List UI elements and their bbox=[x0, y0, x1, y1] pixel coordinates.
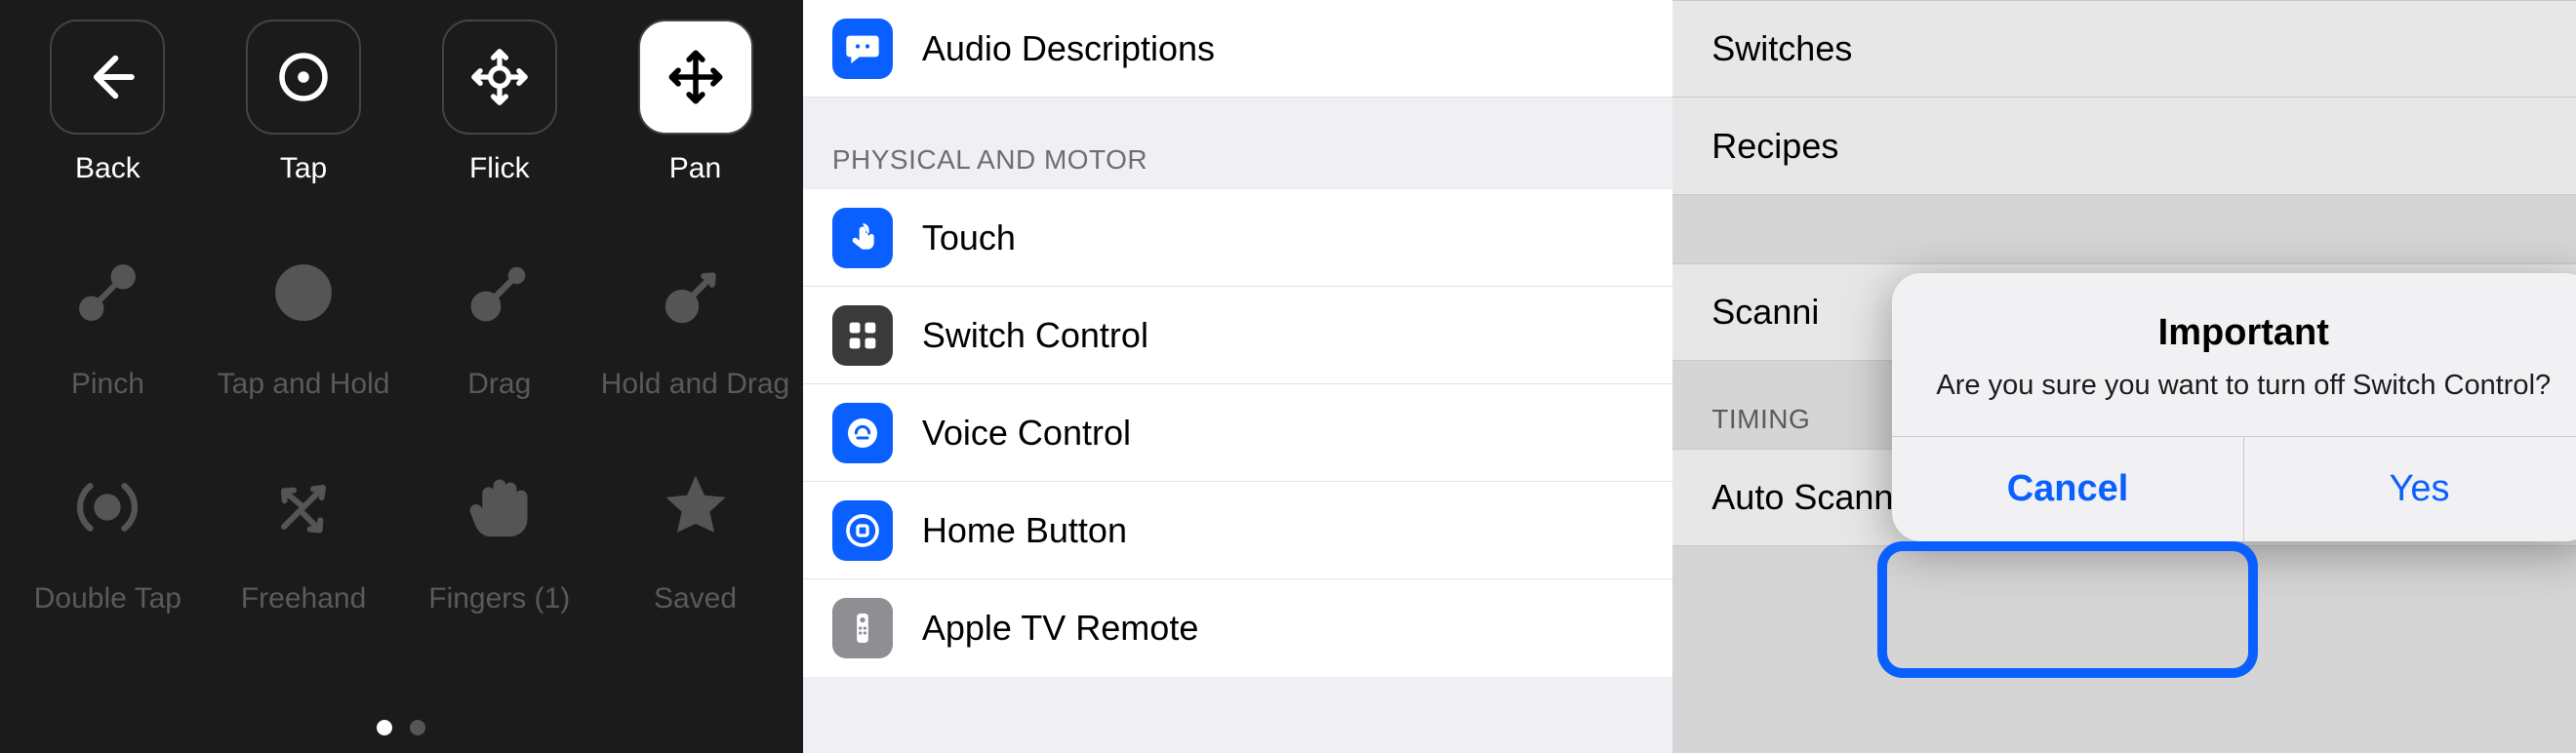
gesture-pan[interactable]: Pan bbox=[597, 20, 793, 186]
gesture-double-tap[interactable]: Double Tap bbox=[10, 450, 206, 616]
alert-confirm-button[interactable]: Yes bbox=[2243, 437, 2576, 541]
confirm-alert: Important Are you sure you want to turn … bbox=[1892, 273, 2576, 541]
row-label: Audio Descriptions bbox=[922, 28, 1215, 69]
circle-dot-icon bbox=[271, 45, 336, 109]
row-label: Scanni bbox=[1711, 292, 1819, 333]
hand-icon bbox=[463, 470, 537, 544]
row-audio-descriptions[interactable]: Audio Descriptions bbox=[803, 0, 1672, 98]
gesture-label: Fingers (1) bbox=[428, 582, 570, 616]
drag-icon bbox=[459, 252, 541, 334]
gesture-label: Pan bbox=[669, 152, 721, 186]
gesture-drag[interactable]: Drag bbox=[401, 235, 597, 402]
row-label: Switches bbox=[1711, 28, 1852, 69]
hold-drag-icon bbox=[655, 252, 737, 334]
gesture-label: Pinch bbox=[71, 368, 144, 402]
alert-cancel-button[interactable]: Cancel bbox=[1892, 437, 2243, 541]
arrow-left-icon bbox=[75, 45, 140, 109]
gesture-fingers[interactable]: Fingers (1) bbox=[401, 450, 597, 616]
switch-control-settings-with-alert: Switches Recipes Scanni TIMING Auto Scan… bbox=[1672, 0, 2576, 753]
flick-icon bbox=[465, 43, 534, 111]
double-tap-icon bbox=[66, 466, 148, 548]
row-switches[interactable]: Switches bbox=[1672, 0, 2576, 98]
gesture-label: Tap bbox=[280, 152, 327, 186]
target-icon bbox=[265, 255, 342, 331]
gesture-label: Back bbox=[75, 152, 141, 186]
freehand-icon bbox=[264, 468, 342, 546]
gesture-label: Double Tap bbox=[34, 582, 181, 616]
button-label: Yes bbox=[2390, 468, 2450, 510]
section-header-label: TIMING bbox=[1711, 404, 1810, 435]
star-icon bbox=[659, 470, 733, 544]
pan-icon bbox=[664, 45, 728, 109]
gesture-hold-and-drag[interactable]: Hold and Drag bbox=[597, 235, 793, 402]
gesture-flick[interactable]: Flick bbox=[401, 20, 597, 186]
button-label: Cancel bbox=[2007, 468, 2129, 510]
page-indicator[interactable] bbox=[0, 720, 803, 735]
row-switch-control[interactable]: Switch Control bbox=[803, 287, 1672, 384]
gesture-pinch[interactable]: Pinch bbox=[10, 235, 206, 402]
touch-icon bbox=[832, 208, 893, 268]
row-label: Touch bbox=[922, 218, 1016, 258]
grid-icon bbox=[832, 305, 893, 366]
gesture-label: Flick bbox=[469, 152, 530, 186]
page-dot-1 bbox=[377, 720, 392, 735]
row-label: Apple TV Remote bbox=[922, 608, 1198, 649]
gesture-tap[interactable]: Tap bbox=[206, 20, 402, 186]
gesture-saved[interactable]: Saved bbox=[597, 450, 793, 616]
row-recipes[interactable]: Recipes bbox=[1672, 98, 2576, 195]
row-label: Home Button bbox=[922, 510, 1127, 551]
gesture-freehand[interactable]: Freehand bbox=[206, 450, 402, 616]
gesture-label: Drag bbox=[467, 368, 531, 402]
remote-icon bbox=[832, 598, 893, 658]
alert-title: Important bbox=[1931, 312, 2556, 354]
row-label: Voice Control bbox=[922, 413, 1131, 454]
pinch-icon bbox=[69, 255, 145, 331]
voice-icon bbox=[832, 403, 893, 463]
row-voice-control[interactable]: Voice Control bbox=[803, 384, 1672, 482]
home-button-icon bbox=[832, 500, 893, 561]
gesture-label: Freehand bbox=[241, 582, 366, 616]
row-home-button[interactable]: Home Button bbox=[803, 482, 1672, 579]
row-apple-tv-remote[interactable]: Apple TV Remote bbox=[803, 579, 1672, 677]
section-header-physical-motor: PHYSICAL AND MOTOR bbox=[803, 98, 1672, 189]
assistive-touch-gesture-menu: Back Tap Flick Pan bbox=[0, 0, 803, 753]
gesture-label: Hold and Drag bbox=[601, 368, 789, 402]
alert-message: Are you sure you want to turn off Switch… bbox=[1931, 368, 2556, 405]
page-dot-2 bbox=[410, 720, 425, 735]
gesture-tap-and-hold[interactable]: Tap and Hold bbox=[206, 235, 402, 402]
row-label: Recipes bbox=[1711, 126, 1838, 167]
accessibility-settings-list: Audio Descriptions PHYSICAL AND MOTOR To… bbox=[803, 0, 1672, 753]
gesture-back[interactable]: Back bbox=[10, 20, 206, 186]
row-touch[interactable]: Touch bbox=[803, 189, 1672, 287]
gesture-label: Saved bbox=[654, 582, 737, 616]
gesture-grid: Back Tap Flick Pan bbox=[0, 20, 803, 616]
speech-bubble-icon bbox=[832, 19, 893, 79]
gesture-label: Tap and Hold bbox=[218, 368, 390, 402]
row-label: Switch Control bbox=[922, 315, 1148, 356]
